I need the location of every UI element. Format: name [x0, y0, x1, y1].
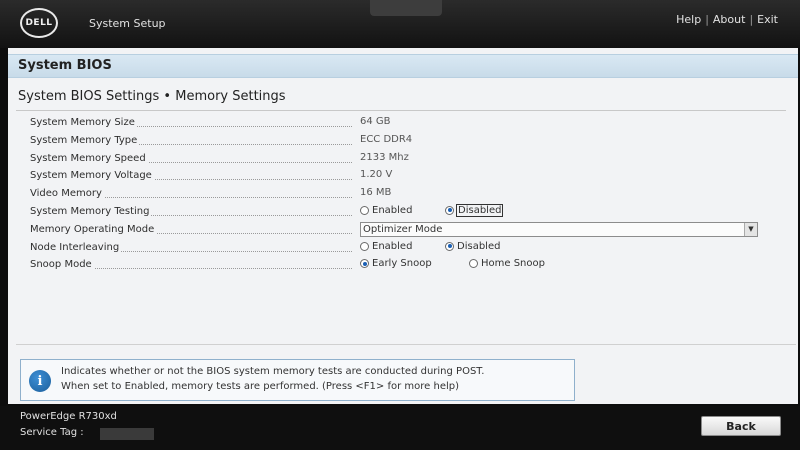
dropdown-value: Optimizer Mode — [363, 223, 443, 235]
model-name: PowerEdge R730xd — [20, 411, 117, 422]
help-line: When set to Enabled, memory tests are pe… — [61, 381, 460, 392]
radio-memory-testing-enabled[interactable]: Enabled — [360, 205, 412, 216]
chevron-down-icon[interactable]: ▼ — [744, 222, 757, 236]
radio-label: Enabled — [372, 204, 413, 216]
top-links: Help | About | Exit — [676, 13, 778, 26]
setting-row-snoop-mode: Snoop Mode Early Snoop Home Snoop — [30, 256, 770, 274]
setting-label: System Memory Size — [30, 117, 137, 128]
info-icon: i — [29, 370, 51, 392]
radio-circle — [469, 259, 478, 269]
radio-circle-selected — [445, 241, 454, 251]
about-link[interactable]: About — [713, 13, 746, 26]
radio-circle-selected — [445, 205, 454, 215]
section-header: System BIOS — [8, 54, 798, 78]
radio-node-interleaving-enabled[interactable]: Enabled — [360, 241, 412, 252]
setting-value: 16 MB — [360, 187, 392, 199]
setting-label: System Memory Type — [30, 134, 140, 146]
setting-label: Memory Operating Mode — [30, 223, 157, 235]
help-divider — [16, 344, 796, 345]
radio-circle-selected — [360, 259, 369, 269]
setting-label: Video Memory — [30, 188, 104, 200]
service-tag-label: Service Tag : — [20, 427, 84, 438]
radio-label: Early Snoop — [372, 258, 432, 270]
setting-value: ECC DDR4 — [360, 133, 413, 145]
setting-row-memory-voltage: System Memory Voltage 1.20 V — [30, 167, 770, 185]
radio-label: Home Snoop — [481, 258, 545, 270]
help-line: Indicates whether or not the BIOS system… — [61, 366, 485, 377]
link-separator: | — [705, 13, 709, 26]
operating-mode-dropdown[interactable]: Optimizer Mode ▼ — [360, 221, 758, 237]
page-title: System BIOS Settings • Memory Settings — [18, 89, 286, 104]
exit-link[interactable]: Exit — [757, 13, 778, 26]
section-title: System BIOS — [18, 58, 112, 73]
setting-row-node-interleaving: Node Interleaving Enabled Disabled — [30, 239, 770, 257]
radio-node-interleaving-disabled[interactable]: Disabled — [445, 241, 500, 252]
radio-label: Disabled — [455, 203, 504, 217]
bezel-notch — [370, 0, 442, 16]
setting-label: Snoop Mode — [30, 259, 94, 271]
link-separator: | — [749, 13, 754, 26]
radio-circle — [360, 241, 369, 251]
setting-label: Node Interleaving — [30, 241, 122, 253]
setting-row-video-memory: Video Memory 16 MB — [30, 185, 770, 203]
radio-label: Disabled — [457, 240, 501, 252]
service-tag-redacted — [100, 428, 154, 440]
main-panel: System BIOS System BIOS Settings • Memor… — [8, 48, 798, 404]
setting-row-operating-mode: Memory Operating Mode Optimizer Mode ▼ — [30, 221, 770, 239]
setting-label: System Memory Speed — [30, 152, 148, 164]
radio-snoop-early[interactable]: Early Snoop — [360, 258, 432, 269]
dell-logo: DELL — [20, 8, 58, 38]
radio-circle — [360, 205, 369, 215]
setting-row-memory-speed: System Memory Speed 2133 Mhz — [30, 150, 770, 168]
back-button[interactable]: Back — [701, 416, 781, 436]
setting-row-memory-type: System Memory Type ECC DDR4 — [30, 132, 770, 150]
setting-label: System Memory Testing — [30, 205, 152, 217]
help-text: Indicates whether or not the BIOS system… — [61, 364, 484, 394]
setting-label: System Memory Voltage — [30, 170, 154, 182]
setting-row-memory-testing: System Memory Testing Enabled Disabled — [30, 203, 770, 221]
setting-value: 64 GB — [360, 116, 391, 127]
bottom-bar: PowerEdge R730xd Service Tag : Back — [0, 406, 800, 450]
radio-memory-testing-disabled[interactable]: Disabled — [445, 203, 504, 217]
radio-snoop-home[interactable]: Home Snoop — [469, 258, 545, 269]
setting-row-memory-size: System Memory Size 64 GB — [30, 114, 770, 132]
setting-value: 2133 Mhz — [360, 151, 409, 163]
help-panel: i Indicates whether or not the BIOS syst… — [20, 359, 575, 401]
setting-value: 1.20 V — [360, 169, 393, 181]
radio-label: Enabled — [372, 240, 413, 252]
title-divider — [16, 110, 786, 111]
app-title: System Setup — [89, 17, 166, 30]
settings-list: System Memory Size 64 GB System Memory T… — [30, 114, 770, 274]
help-link[interactable]: Help — [676, 13, 701, 26]
